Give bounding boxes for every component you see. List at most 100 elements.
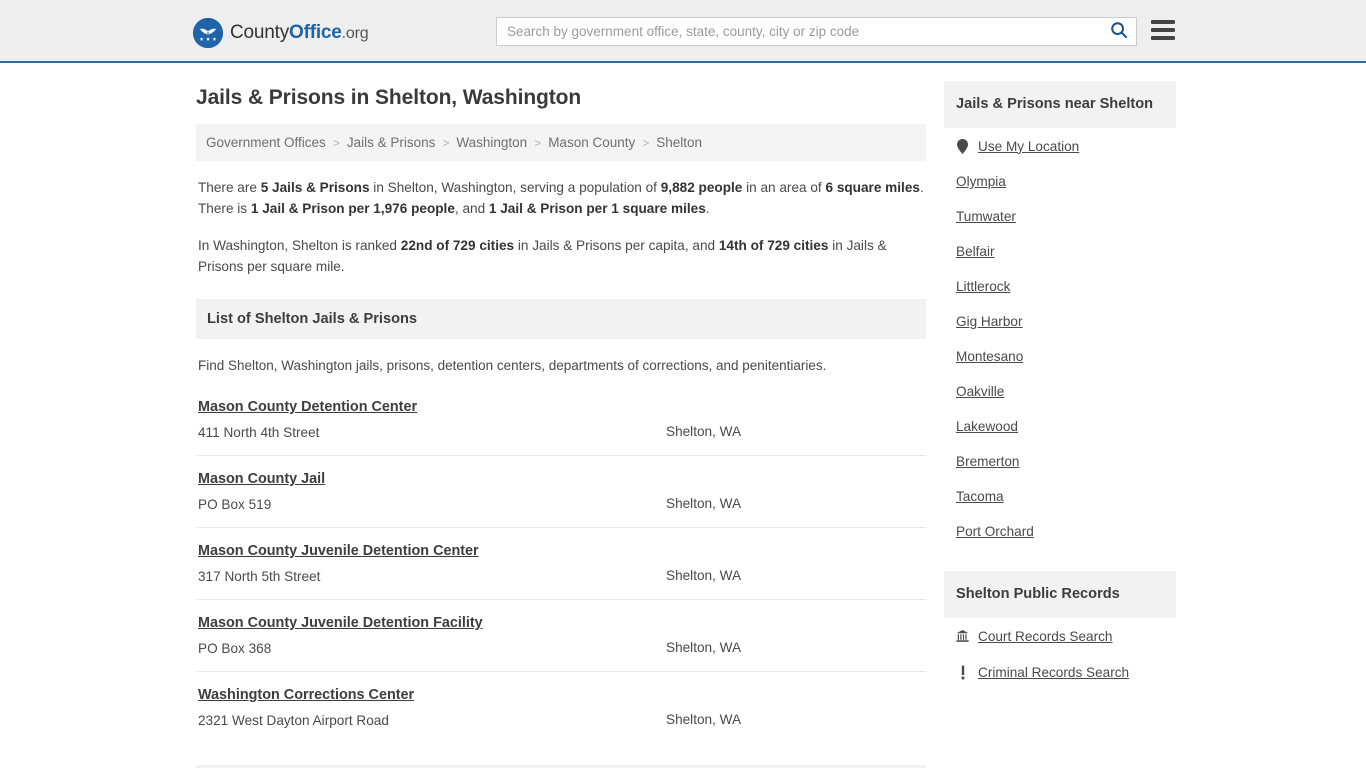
sidebar-records-link[interactable]: Court Records Search bbox=[978, 629, 1112, 644]
intro-text: , and bbox=[454, 201, 489, 216]
table-row: Mason County Juvenile Detention Facility… bbox=[196, 600, 926, 672]
jails-prisons-list: Mason County Detention Center 411 North 4… bbox=[196, 384, 926, 743]
breadcrumb-item[interactable]: Washington bbox=[456, 135, 527, 150]
sidebar-records-link[interactable]: Criminal Records Search bbox=[978, 665, 1129, 680]
hamburger-menu-icon[interactable] bbox=[1151, 20, 1175, 40]
exclamation-icon bbox=[956, 664, 969, 680]
page-body: Jails & Prisons in Shelton, Washington G… bbox=[0, 63, 1366, 768]
sidebar-nearby-link[interactable]: Belfair bbox=[956, 244, 995, 259]
search-icon bbox=[1110, 21, 1128, 42]
sidebar-nearby-link[interactable]: Littlerock bbox=[956, 279, 1010, 294]
listing-address: PO Box 368 bbox=[198, 641, 272, 656]
listing-name-link[interactable]: Mason County Detention Center bbox=[198, 398, 417, 417]
sidebar-nearby-item[interactable]: Tumwater bbox=[944, 199, 1176, 234]
sidebar-nearby-item[interactable]: Olympia bbox=[944, 164, 1176, 199]
logo-text-office: Office bbox=[289, 22, 342, 43]
intro-paragraph-2: In Washington, Shelton is ranked 22nd of… bbox=[198, 235, 924, 277]
sidebar-nearby-link[interactable]: Tacoma bbox=[956, 489, 1004, 504]
intro-highlight: 22nd of 729 cities bbox=[400, 238, 515, 253]
logo-text-org: .org bbox=[341, 25, 369, 42]
sidebar-nearby-item[interactable]: Belfair bbox=[944, 234, 1176, 269]
sidebar-nearby-item[interactable]: Bremerton bbox=[944, 444, 1176, 479]
logo-wordmark: CountyOffice.org bbox=[230, 22, 369, 44]
sidebar-nearby-item[interactable]: Tacoma bbox=[944, 479, 1176, 514]
sidebar-nearby-item[interactable]: Gig Harbor bbox=[944, 304, 1176, 339]
listing-details: Mason County Juvenile Detention Center 31… bbox=[196, 542, 666, 586]
sidebar-nearby-item[interactable]: Oakville bbox=[944, 374, 1176, 409]
intro-text: . bbox=[705, 201, 710, 216]
search-input[interactable] bbox=[497, 18, 1102, 45]
sidebar-nearby-item[interactable]: Use My Location bbox=[944, 128, 1176, 164]
main-content: Jails & Prisons in Shelton, Washington G… bbox=[196, 63, 926, 768]
listing-address: 2321 West Dayton Airport Road bbox=[198, 713, 389, 728]
listing-details: Washington Corrections Center 2321 West D… bbox=[196, 686, 666, 730]
intro-text: in Jails & Prisons per capita, and bbox=[514, 238, 719, 253]
listing-name-link[interactable]: Washington Corrections Center bbox=[198, 686, 414, 705]
hamburger-bar bbox=[1151, 28, 1175, 32]
sidebar-records-list: Court Records Search Criminal Records Sea… bbox=[944, 618, 1176, 690]
listing-city-state: Shelton, WA bbox=[666, 568, 742, 583]
listing-address: PO Box 519 bbox=[198, 497, 272, 512]
intro-highlight: 6 square miles bbox=[825, 180, 920, 195]
sidebar-nearby-link[interactable]: Gig Harbor bbox=[956, 314, 1022, 329]
site-logo[interactable]: CountyOffice.org bbox=[193, 18, 369, 48]
breadcrumb-separator: > bbox=[442, 135, 450, 150]
listing-city-state: Shelton, WA bbox=[666, 424, 742, 439]
sidebar-nearby-item[interactable]: Littlerock bbox=[944, 269, 1176, 304]
sidebar-records-item[interactable]: Criminal Records Search bbox=[944, 654, 1176, 690]
listing-name-link[interactable]: Mason County Juvenile Detention Facility bbox=[198, 614, 483, 633]
sidebar-nearby-item[interactable]: Port Orchard bbox=[944, 514, 1176, 549]
listing-city-state: Shelton, WA bbox=[666, 496, 742, 511]
sidebar-nearby-item[interactable]: Montesano bbox=[944, 339, 1176, 374]
listing-name-link[interactable]: Mason County Jail bbox=[198, 470, 325, 489]
sidebar-nearby-link[interactable]: Use My Location bbox=[978, 139, 1079, 154]
sidebar-near-heading: Jails & Prisons near Shelton bbox=[944, 81, 1176, 128]
table-row: Mason County Juvenile Detention Center 31… bbox=[196, 528, 926, 600]
breadcrumb: Government Offices > Jails & Prisons > Washi… bbox=[196, 124, 926, 161]
sidebar-nearby-link[interactable]: Oakville bbox=[956, 384, 1004, 399]
breadcrumb-item[interactable]: Mason County bbox=[548, 135, 635, 150]
search-bar[interactable] bbox=[496, 17, 1137, 46]
sidebar-nearby-link[interactable]: Lakewood bbox=[956, 419, 1018, 434]
intro-section: There are 5 Jails & Prisons in Shelton, … bbox=[196, 177, 926, 277]
table-row: Washington Corrections Center 2321 West D… bbox=[196, 672, 926, 743]
search-button[interactable] bbox=[1102, 18, 1136, 45]
breadcrumb-separator: > bbox=[534, 135, 542, 150]
logo-text-county: County bbox=[230, 22, 290, 43]
courthouse-icon bbox=[956, 628, 969, 644]
sidebar-records-heading: Shelton Public Records bbox=[944, 571, 1176, 618]
sidebar-nearby-link[interactable]: Olympia bbox=[956, 174, 1006, 189]
listing-address: 411 North 4th Street bbox=[198, 425, 320, 440]
sidebar-nearby-link[interactable]: Tumwater bbox=[956, 209, 1016, 224]
sidebar: Jails & Prisons near Shelton Use My Loca… bbox=[944, 63, 1176, 690]
intro-highlight: 1 Jail & Prison per 1 square miles bbox=[488, 201, 706, 216]
list-section-subtitle: Find Shelton, Washington jails, prisons,… bbox=[198, 358, 827, 373]
breadcrumb-separator: > bbox=[642, 135, 650, 150]
intro-text: In Washington, Shelton is ranked bbox=[198, 238, 401, 253]
sidebar-nearby-item[interactable]: Lakewood bbox=[944, 409, 1176, 444]
breadcrumb-item[interactable]: Government Offices bbox=[206, 135, 326, 150]
sidebar-nearby-list: Use My Location Olympia Tumwater Belfair Lit… bbox=[944, 128, 1176, 549]
intro-text: in Shelton, Washington, serving a popula… bbox=[369, 180, 661, 195]
breadcrumb-item[interactable]: Jails & Prisons bbox=[347, 135, 436, 150]
listing-name-link[interactable]: Mason County Juvenile Detention Center bbox=[198, 542, 479, 561]
sidebar-records-item[interactable]: Court Records Search bbox=[944, 618, 1176, 654]
intro-highlight: 1 Jail & Prison per 1,976 people bbox=[250, 201, 455, 216]
sidebar-nearby-link[interactable]: Bremerton bbox=[956, 454, 1019, 469]
intro-text: There are bbox=[198, 180, 261, 195]
breadcrumb-item[interactable]: Shelton bbox=[656, 135, 702, 150]
hamburger-bar bbox=[1151, 20, 1175, 24]
map-pin-icon bbox=[956, 138, 969, 154]
listing-details: Mason County Jail PO Box 519 bbox=[196, 470, 666, 514]
hamburger-bar bbox=[1151, 36, 1175, 40]
sidebar-nearby-link[interactable]: Port Orchard bbox=[956, 524, 1034, 539]
page-title: Jails & Prisons in Shelton, Washington bbox=[196, 86, 582, 109]
table-row: Mason County Detention Center 411 North 4… bbox=[196, 384, 926, 456]
listing-address: 317 North 5th Street bbox=[198, 569, 321, 584]
intro-highlight: 5 Jails & Prisons bbox=[260, 180, 370, 195]
listing-city-state: Shelton, WA bbox=[666, 640, 742, 655]
listing-details: Mason County Juvenile Detention Facility… bbox=[196, 614, 666, 658]
sidebar-nearby-link[interactable]: Montesano bbox=[956, 349, 1023, 364]
breadcrumb-separator: > bbox=[332, 135, 340, 150]
listing-city-state: Shelton, WA bbox=[666, 712, 742, 727]
